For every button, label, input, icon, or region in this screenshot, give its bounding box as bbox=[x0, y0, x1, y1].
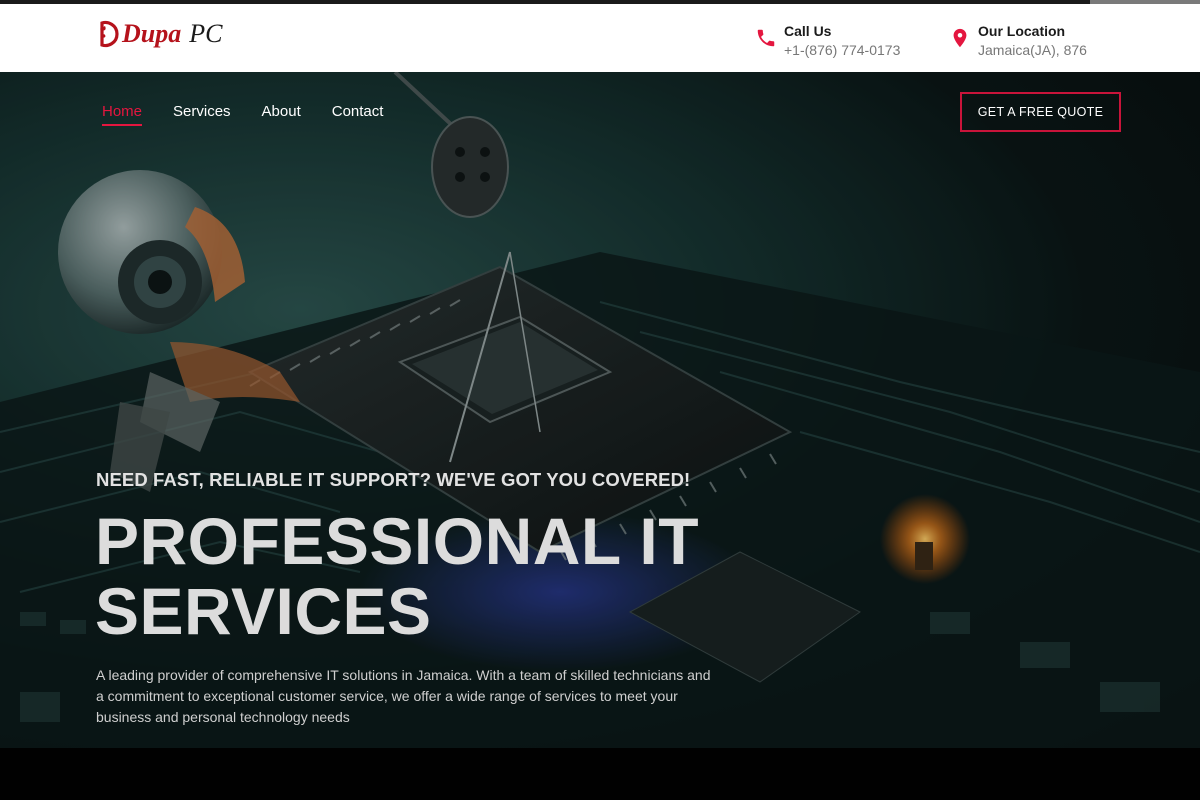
phone-icon bbox=[757, 29, 775, 47]
logo-text: Dupa PC bbox=[122, 19, 222, 49]
call-us-phone[interactable]: +1-(876) 774-0173 bbox=[784, 40, 900, 60]
main-nav: Home Services About Contact bbox=[102, 102, 384, 126]
site-header: Dupa PC Call Us +1-(876) 774-0173 Our Loc… bbox=[0, 4, 1200, 72]
logo-text-primary: Dupa bbox=[122, 19, 182, 48]
nav-item-services[interactable]: Services bbox=[173, 102, 231, 122]
get-free-quote-button[interactable]: GET A FREE QUOTE bbox=[960, 92, 1121, 132]
location-block[interactable]: Our Location Jamaica(JA), 876 bbox=[949, 22, 1087, 60]
nav-item-contact[interactable]: Contact bbox=[332, 102, 384, 122]
location-title: Our Location bbox=[978, 23, 1066, 39]
location-value: Jamaica(JA), 876 bbox=[978, 42, 1087, 58]
map-pin-icon bbox=[953, 28, 967, 48]
hero-section: Home Services About Contact GET A FREE Q… bbox=[0, 72, 1200, 748]
hero-description: A leading provider of comprehensive IT s… bbox=[96, 667, 711, 725]
site-logo[interactable]: Dupa PC bbox=[98, 16, 222, 52]
nav-item-home[interactable]: Home bbox=[102, 102, 143, 126]
logo-text-secondary: PC bbox=[189, 19, 223, 48]
nav-item-about[interactable]: About bbox=[262, 102, 301, 122]
call-us-title: Call Us bbox=[784, 23, 832, 39]
logo-mark-icon bbox=[100, 20, 119, 48]
call-us-block[interactable]: Call Us +1-(876) 774-0173 bbox=[755, 22, 900, 60]
hero-title: PROFESSIONAL IT SERVICES bbox=[95, 504, 700, 648]
hero-kicker: NEED FAST, RELIABLE IT SUPPORT? WE'VE GO… bbox=[96, 469, 691, 490]
page-bottom-band bbox=[0, 748, 1200, 800]
